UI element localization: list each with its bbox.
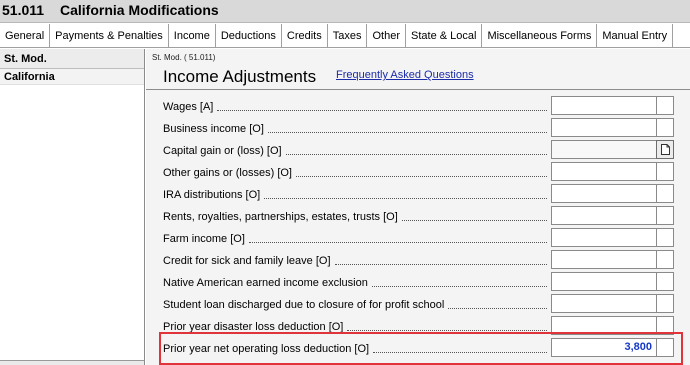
unit-list-panel: St. Mod. California: [0, 49, 145, 365]
dot-leader: [335, 264, 547, 265]
amount-field-business-income[interactable]: [551, 118, 657, 137]
form-code-label: St. Mod. ( 51.011): [152, 53, 216, 62]
dot-leader: [448, 308, 547, 309]
dot-leader: [268, 132, 547, 133]
override-flag-field[interactable]: [656, 272, 674, 291]
amount-field-student-loan-discharge[interactable]: [551, 294, 657, 313]
amount-field-wages[interactable]: [551, 96, 657, 115]
tab-income[interactable]: Income: [169, 24, 216, 47]
override-flag-field[interactable]: [656, 294, 674, 313]
tab-other[interactable]: Other: [367, 24, 406, 47]
row-label: Credit for sick and family leave [O]: [163, 255, 331, 267]
amount-field-capital-gain[interactable]: [551, 140, 657, 159]
amount-field-other-gains[interactable]: [551, 162, 657, 181]
form-row-student-loan-discharge: Student loan discharged due to closure o…: [163, 293, 683, 315]
amount-field-sick-family-leave-credit[interactable]: [551, 250, 657, 269]
form-row-wages: Wages [A]: [163, 95, 683, 117]
row-label: Native American earned income exclusion: [163, 277, 368, 289]
row-label: Business income [O]: [163, 123, 264, 135]
form-number: 51.011: [2, 2, 45, 18]
amount-field-native-american-exclusion[interactable]: [551, 272, 657, 291]
tab-credits[interactable]: Credits: [282, 24, 328, 47]
section-tab-bar: General Payments & Penalties Income Deducti…: [0, 24, 690, 48]
window-title-bar: 51.011 California Modifications: [0, 0, 690, 23]
page-title: Income Adjustments: [163, 67, 317, 86]
unit-list-header: St. Mod.: [0, 49, 144, 69]
row-label: Rents, royalties, partnerships, estates,…: [163, 211, 398, 223]
faq-link[interactable]: Frequently Asked Questions: [336, 69, 474, 81]
row-label: Capital gain or (loss) [O]: [163, 145, 282, 157]
dot-leader: [286, 154, 547, 155]
form-row-sick-family-leave-credit: Credit for sick and family leave [O]: [163, 249, 683, 271]
form-panel: St. Mod. ( 51.011) Income Adjustments Fr…: [146, 49, 690, 365]
dot-leader: [402, 220, 547, 221]
dot-leader: [347, 330, 547, 331]
override-flag-field[interactable]: [656, 206, 674, 225]
row-label: IRA distributions [O]: [163, 189, 261, 201]
tab-deductions[interactable]: Deductions: [216, 24, 282, 47]
row-label: Student loan discharged due to closure o…: [163, 299, 445, 311]
form-row-farm-income: Farm income [O]: [163, 227, 683, 249]
dot-leader: [217, 110, 547, 111]
row-label: Farm income [O]: [163, 233, 245, 245]
form-row-native-american-exclusion: Native American earned income exclusion: [163, 271, 683, 293]
form-row-ira-distributions: IRA distributions [O]: [163, 183, 683, 205]
override-flag-field[interactable]: [656, 228, 674, 247]
tab-payments-penalties[interactable]: Payments & Penalties: [50, 24, 169, 47]
form-row-other-gains: Other gains or (losses) [O]: [163, 161, 683, 183]
dot-leader: [249, 242, 547, 243]
override-flag-field[interactable]: [656, 184, 674, 203]
amount-field-farm-income[interactable]: [551, 228, 657, 247]
override-flag-field[interactable]: [656, 118, 674, 137]
form-row-capital-gain: Capital gain or (loss) [O]: [163, 139, 683, 161]
form-row-business-income: Business income [O]: [163, 117, 683, 139]
highlight-box: [159, 332, 683, 365]
row-label: Wages [A]: [163, 101, 214, 113]
tab-general[interactable]: General: [0, 24, 51, 47]
amount-field-rents-royalties[interactable]: [551, 206, 657, 225]
tab-taxes[interactable]: Taxes: [328, 24, 368, 47]
tab-miscellaneous-forms[interactable]: Miscellaneous Forms: [482, 24, 598, 47]
override-flag-field[interactable]: [656, 162, 674, 181]
amount-field-ira-distributions[interactable]: [551, 184, 657, 203]
tab-state-local[interactable]: State & Local: [406, 24, 483, 47]
row-label: Other gains or (losses) [O]: [163, 167, 292, 179]
panel-scrollbar[interactable]: [0, 360, 144, 365]
unit-list-item[interactable]: California: [0, 69, 144, 85]
dot-leader: [372, 286, 547, 287]
override-flag-field[interactable]: [656, 96, 674, 115]
form-row-rents-royalties: Rents, royalties, partnerships, estates,…: [163, 205, 683, 227]
document-icon[interactable]: [656, 140, 674, 159]
dot-leader: [296, 176, 547, 177]
form-name: California Modifications: [60, 2, 219, 18]
dot-leader: [264, 198, 547, 199]
override-flag-field[interactable]: [656, 250, 674, 269]
tab-manual-entry[interactable]: Manual Entry: [597, 24, 674, 47]
title-divider: [146, 89, 690, 90]
